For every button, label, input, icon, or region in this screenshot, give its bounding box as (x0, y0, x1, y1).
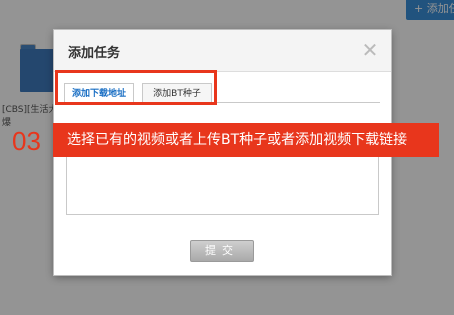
annotation-callout: 选择已有的视频或者上传BT种子或者添加视频下载链接 (53, 123, 439, 157)
dialog-title: 添加任务 (68, 46, 121, 61)
highlight-box (55, 70, 217, 105)
close-icon[interactable]: ✕ (360, 38, 380, 62)
screen: + 添加任 [CBS][生活大 爆 添加任务 ✕ 添加下载地址 添加BT种子 提… (0, 0, 454, 315)
submit-button[interactable]: 提交 (190, 240, 254, 262)
dialog-header: 添加任务 ✕ (54, 30, 391, 72)
step-number: 03 (12, 126, 41, 156)
